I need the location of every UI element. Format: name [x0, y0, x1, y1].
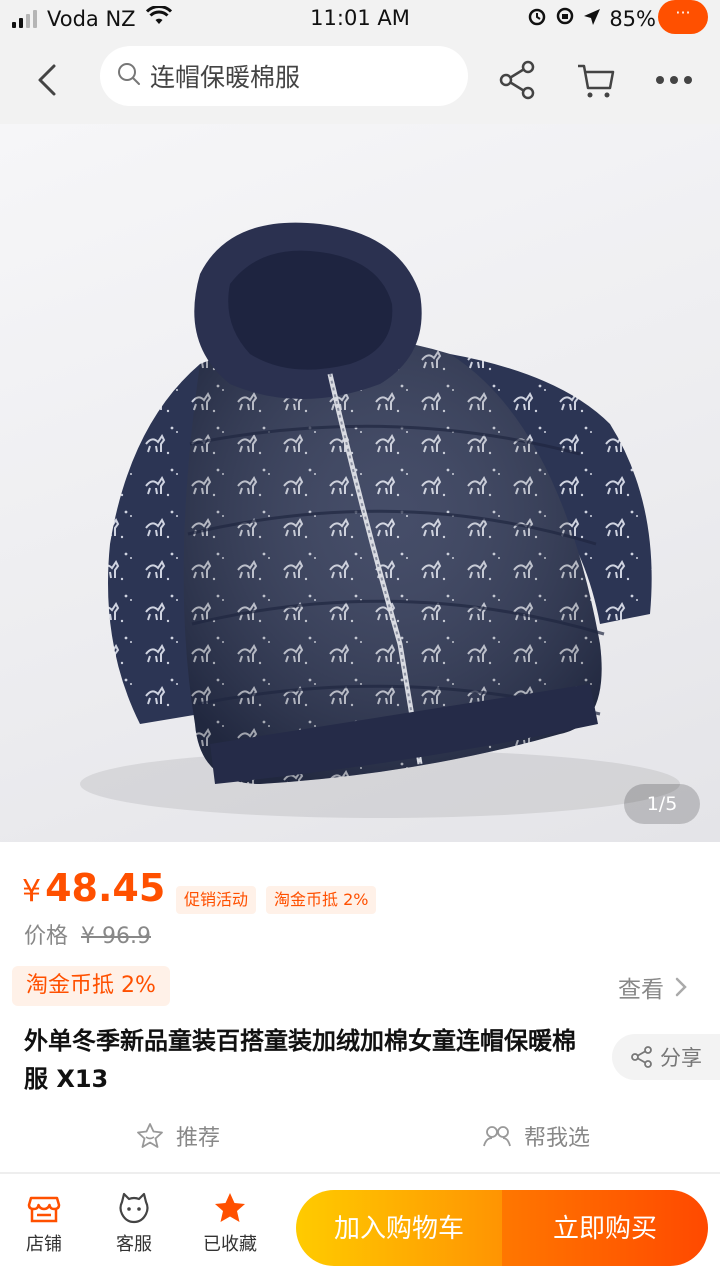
shop-label: 店铺	[26, 1234, 62, 1255]
users-icon	[483, 1126, 511, 1147]
recommend-label: 推荐	[176, 1126, 221, 1151]
store-icon	[27, 1196, 61, 1223]
search-input[interactable]: 连帽保暖棉服	[100, 46, 468, 106]
chevron-right-icon	[675, 977, 687, 997]
promo-tag[interactable]: 促销活动	[176, 886, 257, 914]
more-dots-icon	[656, 76, 692, 84]
favorite-tab[interactable]: 已收藏	[200, 1190, 260, 1256]
recommend-row: 推荐 帮我选	[0, 1114, 720, 1158]
view-label: 查看	[618, 977, 664, 1003]
alarm-icon	[527, 6, 547, 31]
search-placeholder: 连帽保暖棉服	[150, 63, 301, 92]
nav-bar: 连帽保暖棉服	[0, 40, 720, 124]
original-price: ¥ 96.9	[81, 924, 151, 949]
status-bar: Voda NZ 11:01 AM 85%	[0, 0, 720, 40]
orientation-lock-icon	[555, 6, 575, 31]
jacket-image	[80, 222, 680, 818]
favorite-label: 已收藏	[203, 1234, 257, 1255]
help-me-choose-label: 帮我选	[524, 1126, 591, 1151]
view-link[interactable]: 查看	[618, 970, 688, 1004]
recommend-button[interactable]: 推荐	[136, 1120, 220, 1152]
search-icon	[116, 61, 142, 91]
shop-tab[interactable]: 店铺	[14, 1190, 74, 1256]
sale-price: 48.45	[45, 866, 166, 910]
original-price-label: 价格	[24, 924, 69, 949]
currency-symbol: ¥	[22, 874, 42, 909]
cart-button[interactable]	[574, 58, 618, 102]
coin-tag[interactable]: 淘金币抵 2%	[266, 886, 377, 914]
share-icon	[631, 1046, 652, 1068]
share-button[interactable]	[496, 58, 540, 102]
service-label: 客服	[116, 1234, 152, 1255]
bottom-bar: 店铺 客服 已收藏 加入购物车 立即购买	[0, 1176, 720, 1280]
buy-now-button[interactable]: 立即购买	[502, 1190, 708, 1266]
page-indicator: 1/5	[624, 784, 700, 824]
cart-icon	[578, 64, 615, 98]
product-image[interactable]: 1/5	[0, 124, 720, 842]
location-icon	[583, 7, 601, 31]
original-price-row: 价格 ¥ 96.9	[24, 918, 151, 950]
battery-percent: 85%	[609, 6, 656, 31]
help-me-choose-button[interactable]: 帮我选	[482, 1120, 590, 1152]
divider	[0, 1172, 720, 1174]
share-pill-button[interactable]: 分享	[612, 1034, 720, 1080]
add-to-cart-button[interactable]: 加入购物车	[296, 1190, 502, 1266]
more-badge: ···	[658, 0, 708, 34]
service-tab[interactable]: 客服	[104, 1190, 164, 1256]
share-icon	[499, 60, 535, 100]
share-label: 分享	[660, 1046, 702, 1070]
price-row: ¥ 48.45	[22, 866, 165, 910]
coin-banner[interactable]: 淘金币抵 2%	[12, 966, 170, 1006]
star-icon	[215, 1193, 245, 1222]
more-button[interactable]	[652, 54, 696, 98]
star-badge-icon	[137, 1123, 163, 1148]
customer-service-icon	[119, 1192, 149, 1224]
chevron-left-icon	[38, 64, 56, 96]
back-button[interactable]	[28, 60, 68, 100]
product-title: 外单冬季新品童装百搭童装加绒加棉女童连帽保暖棉服 X13	[24, 1027, 576, 1093]
